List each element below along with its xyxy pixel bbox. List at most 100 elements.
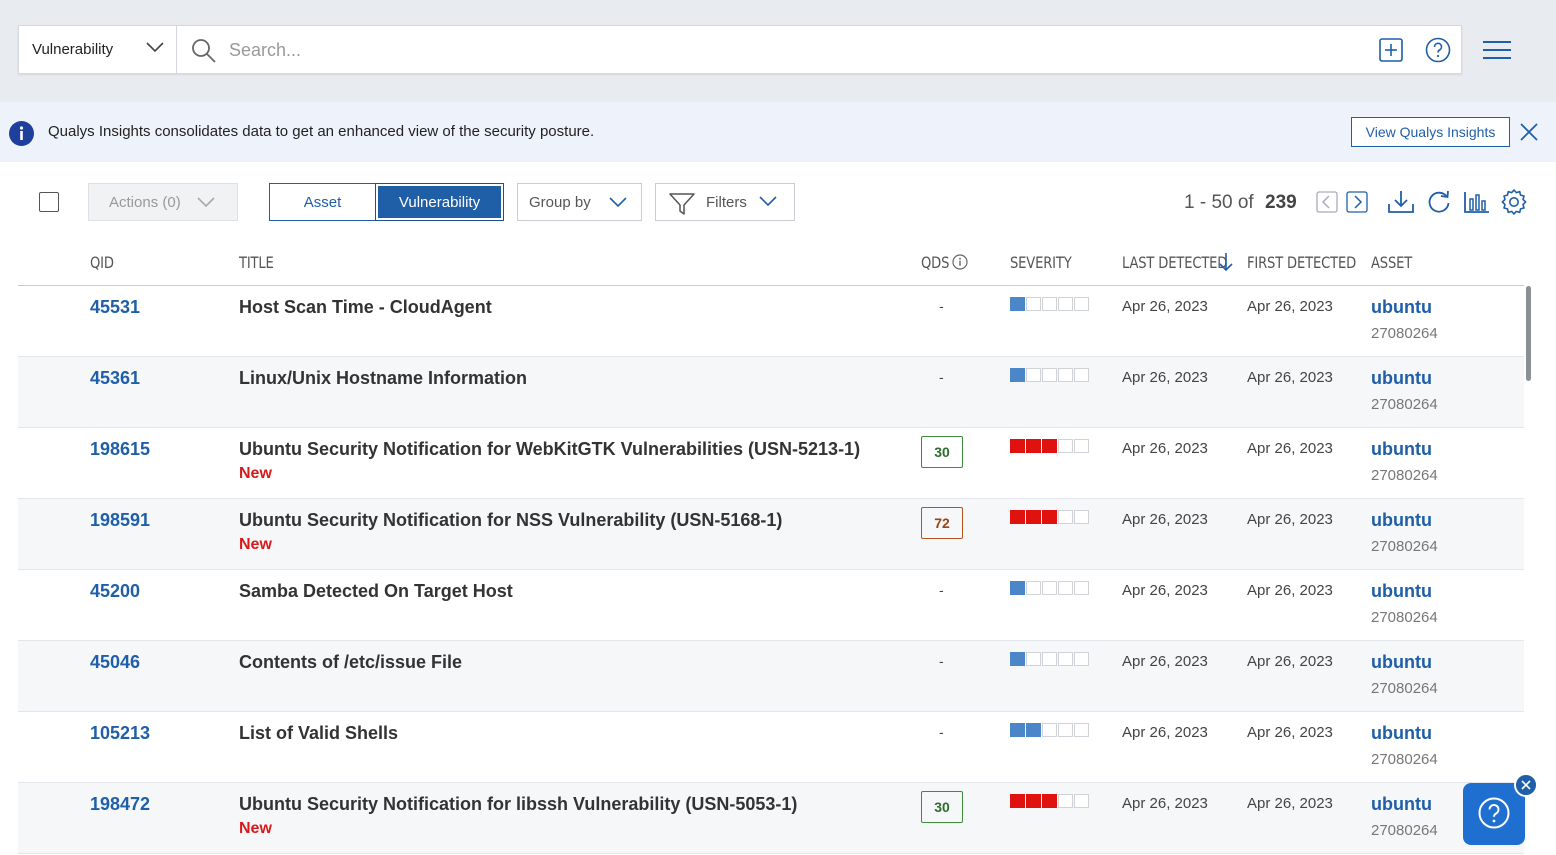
asset-link[interactable]: ubuntu [1371,439,1432,460]
vulnerability-title[interactable]: Contents of /etc/issue File [239,652,462,673]
table-row[interactable]: 45361 Linux/Unix Hostname Information - … [18,357,1524,428]
header-last-detected[interactable]: LAST DETECTED [1122,253,1227,272]
qid-link[interactable]: 198615 [90,439,150,460]
severity-segment [1042,297,1057,311]
last-detected-date: Apr 26, 2023 [1122,653,1208,670]
actions-label: Actions (0) [109,193,181,211]
asset-link[interactable]: ubuntu [1371,652,1432,673]
severity-segment [1074,297,1089,311]
vulnerability-title[interactable]: Ubuntu Security Notification for libssh … [239,794,797,815]
first-detected-date: Apr 26, 2023 [1247,369,1333,386]
asset-id: 27080264 [1371,538,1438,555]
header-qds[interactable]: QDS [921,253,949,272]
help-icon[interactable] [1425,37,1451,63]
qid-link[interactable]: 45200 [90,581,140,602]
severity-indicator [1010,510,1090,524]
chart-icon[interactable] [1463,190,1491,214]
vulnerability-title[interactable]: Linux/Unix Hostname Information [239,368,527,389]
table-row[interactable]: 45200 Samba Detected On Target Host - Ap… [18,570,1524,641]
search-input[interactable] [229,34,1359,66]
severity-indicator [1010,794,1090,808]
header-asset[interactable]: ASSET [1371,253,1412,272]
vulnerability-title[interactable]: Samba Detected On Target Host [239,581,513,602]
severity-segment [1042,581,1057,595]
actions-dropdown[interactable]: Actions (0) [88,183,238,221]
banner-message: Qualys Insights consolidates data to get… [48,123,595,140]
qid-link[interactable]: 105213 [90,723,150,744]
asset-link[interactable]: ubuntu [1371,368,1432,389]
severity-segment [1058,297,1073,311]
severity-segment [1010,297,1025,311]
header-qid[interactable]: QID [90,253,114,272]
asset-link[interactable]: ubuntu [1371,297,1432,318]
hamburger-menu-icon[interactable] [1483,40,1511,60]
severity-segment [1026,439,1041,453]
last-detected-date: Apr 26, 2023 [1122,369,1208,386]
close-help-icon[interactable] [1514,773,1538,797]
asset-link[interactable]: ubuntu [1371,510,1432,531]
qds-score: - [939,653,944,669]
vulnerability-title[interactable]: Ubuntu Security Notification for WebKitG… [239,439,860,460]
header-title[interactable]: TITLE [239,253,274,272]
toggle-vulnerability-button[interactable]: Vulnerability [375,183,504,221]
qid-link[interactable]: 198472 [90,794,150,815]
table-row[interactable]: 45046 Contents of /etc/issue File - Apr … [18,641,1524,712]
vulnerability-title[interactable]: Ubuntu Security Notification for NSS Vul… [239,510,782,531]
first-detected-date: Apr 26, 2023 [1247,440,1333,457]
table-row[interactable]: 198615 Ubuntu Security Notification for … [18,428,1524,499]
refresh-icon[interactable] [1426,189,1452,215]
severity-segment [1058,368,1073,382]
table-row[interactable]: 198591 Ubuntu Security Notification for … [18,499,1524,570]
severity-segment [1026,652,1041,666]
next-page-icon[interactable] [1346,191,1368,213]
header-severity[interactable]: SEVERITY [1010,253,1072,272]
qid-link[interactable]: 45046 [90,652,140,673]
filters-dropdown[interactable]: Filters [655,183,795,221]
qid-link[interactable]: 45361 [90,368,140,389]
info-icon[interactable] [952,254,968,270]
table-header: QID TITLE QDS SEVERITY LAST DETECTED FIR… [18,240,1524,286]
qid-link[interactable]: 45531 [90,297,140,318]
toggle-asset-button[interactable]: Asset [269,183,376,221]
add-icon[interactable] [1379,38,1403,62]
severity-segment [1010,794,1025,808]
severity-segment [1074,652,1089,666]
severity-segment [1058,510,1073,524]
previous-page-icon[interactable] [1316,191,1338,213]
header-first-detected[interactable]: FIRST DETECTED [1247,253,1356,272]
new-tag: New [239,820,272,837]
table-row[interactable]: 45531 Host Scan Time - CloudAgent - Apr … [18,286,1524,357]
severity-indicator [1010,439,1090,453]
severity-segment [1026,581,1041,595]
first-detected-date: Apr 26, 2023 [1247,298,1333,315]
group-by-dropdown[interactable]: Group by [517,183,642,221]
asset-id: 27080264 [1371,680,1438,697]
table-row[interactable]: 198472 Ubuntu Security Notification for … [18,783,1524,854]
severity-indicator [1010,723,1090,737]
asset-id: 27080264 [1371,325,1438,342]
search-scope-select[interactable]: Vulnerability [19,26,177,73]
first-detected-date: Apr 26, 2023 [1247,795,1333,812]
asset-link[interactable]: ubuntu [1371,723,1432,744]
vulnerability-title[interactable]: Host Scan Time - CloudAgent [239,297,492,318]
sort-descending-icon[interactable] [1218,252,1234,272]
severity-segment [1058,794,1073,808]
settings-gear-icon[interactable] [1500,188,1528,216]
severity-segment [1042,723,1057,737]
asset-link[interactable]: ubuntu [1371,581,1432,602]
select-all-checkbox[interactable] [39,192,59,212]
filters-label: Filters [706,193,747,211]
view-qualys-insights-button[interactable]: View Qualys Insights [1351,117,1510,147]
severity-segment [1026,368,1041,382]
close-icon[interactable] [1519,122,1539,142]
qds-score-badge: 72 [921,507,963,539]
vulnerability-title[interactable]: List of Valid Shells [239,723,398,744]
table-row[interactable]: 105213 List of Valid Shells - Apr 26, 20… [18,712,1524,783]
severity-segment [1058,723,1073,737]
download-icon[interactable] [1387,189,1415,215]
table-scrollbar[interactable] [1524,286,1532,855]
severity-segment [1010,723,1025,737]
scrollbar-thumb[interactable] [1526,286,1531,381]
qid-link[interactable]: 198591 [90,510,150,531]
asset-link[interactable]: ubuntu [1371,794,1432,815]
